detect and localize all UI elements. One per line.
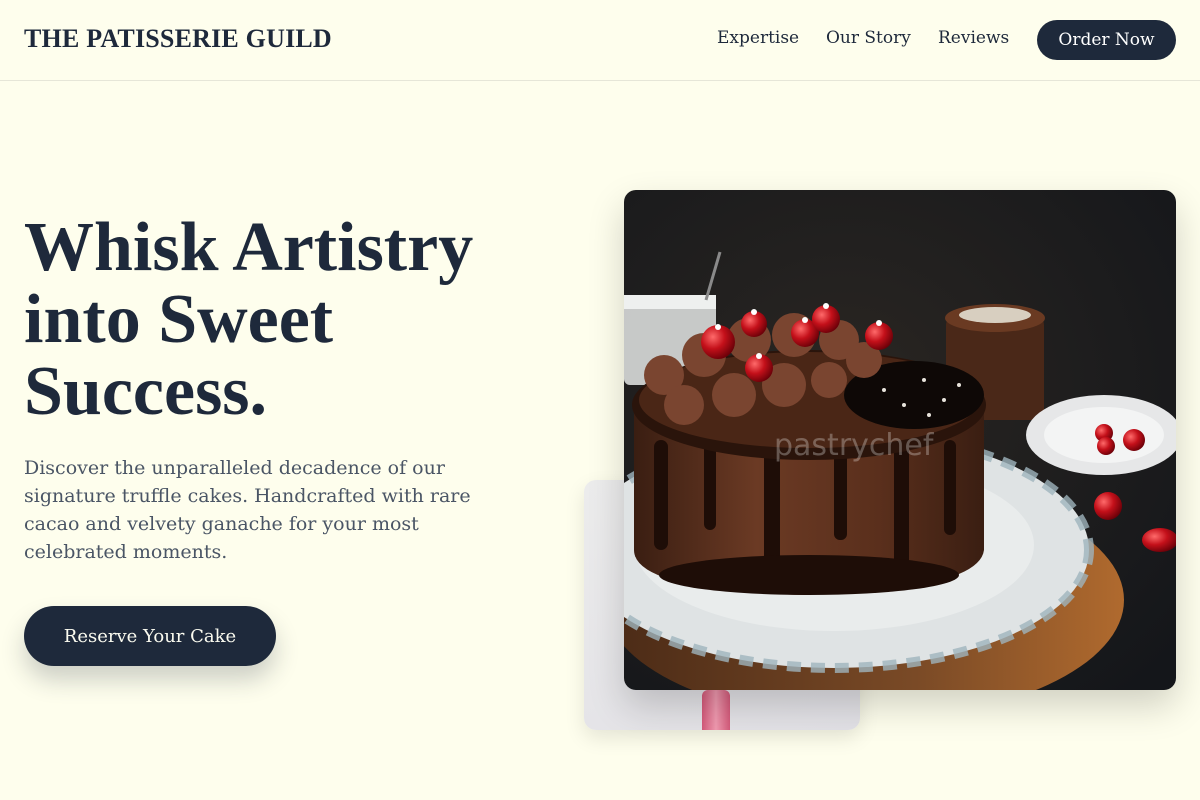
cake-stand-stem xyxy=(702,690,730,730)
headline-line-2: into Sweet xyxy=(24,281,334,358)
reserve-cake-button[interactable]: Reserve Your Cake xyxy=(24,606,276,666)
nav-link-reviews[interactable]: Reviews xyxy=(938,28,1009,48)
nav-link-expertise[interactable]: Expertise xyxy=(717,28,799,48)
headline-line-3: Success. xyxy=(24,353,268,430)
order-now-button[interactable]: Order Now xyxy=(1037,20,1176,60)
brand-logo[interactable]: THE PATISSERIE GUILD xyxy=(24,24,332,54)
hero-description: Discover the unparalleled decadence of o… xyxy=(24,457,471,563)
hero-headline: Whisk Artistry into Sweet Success. xyxy=(24,212,564,428)
site-header: THE PATISSERIE GUILD Expertise Our Story… xyxy=(0,0,1200,81)
nav-link-our-story[interactable]: Our Story xyxy=(826,28,911,48)
chocolate-cake-photo: pastrychef xyxy=(624,190,1176,690)
headline-line-1: Whisk Artistry xyxy=(24,209,474,286)
photo-watermark: pastrychef xyxy=(774,428,935,463)
